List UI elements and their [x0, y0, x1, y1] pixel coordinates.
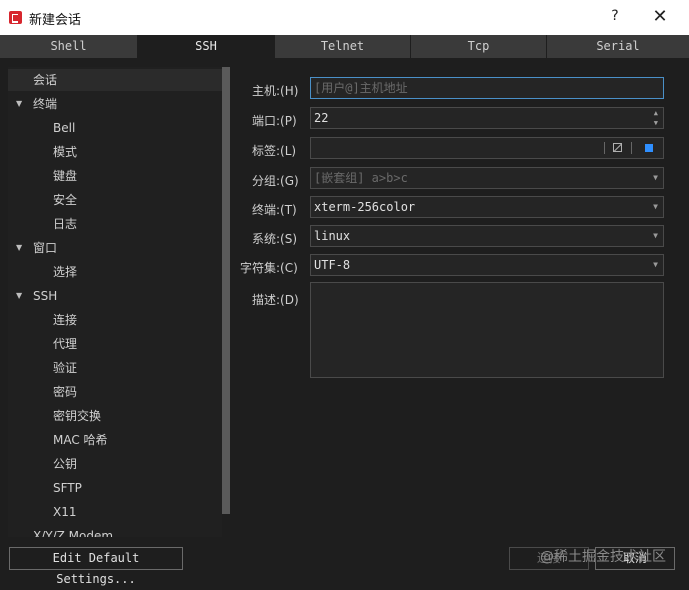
- charset-value: UTF-8: [314, 258, 351, 272]
- expand-caret-icon[interactable]: ▼: [16, 93, 22, 115]
- tree-item-selection[interactable]: 选择: [53, 261, 77, 283]
- tree-item-pubkey[interactable]: 公钥: [53, 453, 77, 475]
- expand-caret-icon[interactable]: ▼: [16, 237, 22, 259]
- tree-item-connection[interactable]: 连接: [53, 309, 77, 331]
- terminal-value: xterm-256color: [314, 200, 416, 214]
- tab-telnet[interactable]: Telnet: [275, 35, 411, 58]
- chevron-down-icon: ▼: [653, 173, 658, 182]
- charset-label: 字符集:(C): [240, 261, 298, 275]
- terminal-select[interactable]: xterm-256color ▼: [310, 196, 664, 218]
- edit-default-settings-button[interactable]: Edit Default Settings...: [9, 547, 183, 586]
- app-logo-icon: [9, 11, 22, 24]
- separator: [631, 142, 632, 154]
- settings-tree: 会话 ▼ 终端 Bell 模式 键盘 安全 日志 ▼ 窗口 选择 ▼ SSH 连…: [8, 67, 222, 537]
- terminal-label: 终端:(T): [252, 203, 297, 217]
- tree-item-modem[interactable]: X/Y/Z Modem: [33, 525, 113, 537]
- host-placeholder: [用户@]主机地址: [314, 81, 408, 95]
- charset-select[interactable]: UTF-8 ▼: [310, 254, 664, 276]
- spin-down-icon[interactable]: ▼: [654, 118, 658, 128]
- tag-input[interactable]: [310, 137, 664, 159]
- spin-up-icon[interactable]: ▲: [654, 108, 658, 118]
- tab-serial[interactable]: Serial: [547, 35, 689, 58]
- port-stepper[interactable]: 22 ▲ ▼: [310, 107, 664, 129]
- tab-ssh[interactable]: SSH: [138, 35, 275, 58]
- chevron-down-icon: ▼: [653, 202, 658, 211]
- group-placeholder: [嵌套组] a>b>c: [314, 171, 408, 185]
- system-value: linux: [314, 229, 351, 243]
- sidebar-scrollbar[interactable]: [222, 67, 230, 514]
- tree-item-kex[interactable]: 密钥交换: [53, 405, 101, 427]
- tree-item-sftp[interactable]: SFTP: [53, 477, 82, 499]
- tree-item-label: 会话: [33, 73, 58, 87]
- tree-item-label: 终端: [33, 97, 58, 111]
- tree-item-cipher[interactable]: 密码: [53, 381, 77, 403]
- protocol-tabs: Shell SSH Telnet Tcp Serial: [0, 35, 689, 59]
- system-label: 系统:(S): [252, 232, 298, 246]
- port-label: 端口:(P): [252, 114, 297, 128]
- help-button[interactable]: ?: [606, 8, 624, 26]
- tree-item-label: 窗口: [33, 241, 58, 255]
- chevron-down-icon: ▼: [653, 260, 658, 269]
- close-button[interactable]: ✕: [649, 6, 671, 28]
- group-label: 分组:(G): [252, 174, 299, 188]
- watermark: @稀土掘金技术社区: [540, 549, 666, 565]
- clear-color-icon[interactable]: [613, 143, 622, 152]
- tree-item-keyboard[interactable]: 键盘: [53, 165, 77, 187]
- tag-label: 标签:(L): [252, 144, 297, 158]
- tree-item-session[interactable]: 会话: [8, 69, 222, 91]
- tree-item-proxy[interactable]: 代理: [53, 333, 77, 355]
- description-textarea[interactable]: [310, 282, 664, 378]
- tree-item-x11[interactable]: X11: [53, 501, 77, 523]
- tree-item-auth[interactable]: 验证: [53, 357, 77, 379]
- window-title: 新建会话: [29, 13, 82, 28]
- tree-item-ssh[interactable]: ▼ SSH: [8, 285, 222, 307]
- tree-item-mode[interactable]: 模式: [53, 141, 77, 163]
- group-select[interactable]: [嵌套组] a>b>c ▼: [310, 167, 664, 189]
- tree-item-security[interactable]: 安全: [53, 189, 77, 211]
- tree-item-mac[interactable]: MAC 哈希: [53, 429, 108, 451]
- tree-item-bell[interactable]: Bell: [53, 117, 75, 139]
- description-label: 描述:(D): [252, 293, 299, 307]
- port-value: 22: [314, 111, 329, 125]
- chevron-down-icon: ▼: [653, 231, 658, 240]
- tab-tcp[interactable]: Tcp: [411, 35, 547, 58]
- tree-item-terminal[interactable]: ▼ 终端: [8, 93, 222, 115]
- title-bar: 新建会话 ? ✕: [0, 0, 689, 35]
- tab-shell[interactable]: Shell: [0, 35, 138, 58]
- expand-caret-icon[interactable]: ▼: [16, 285, 22, 307]
- tree-item-window[interactable]: ▼ 窗口: [8, 237, 222, 259]
- tree-item-log[interactable]: 日志: [53, 213, 77, 235]
- host-input[interactable]: [用户@]主机地址: [310, 77, 664, 99]
- color-swatch-icon[interactable]: [645, 144, 653, 152]
- system-select[interactable]: linux ▼: [310, 225, 664, 247]
- separator: [604, 142, 605, 154]
- tree-item-label: SSH: [33, 289, 58, 303]
- host-label: 主机:(H): [252, 84, 299, 98]
